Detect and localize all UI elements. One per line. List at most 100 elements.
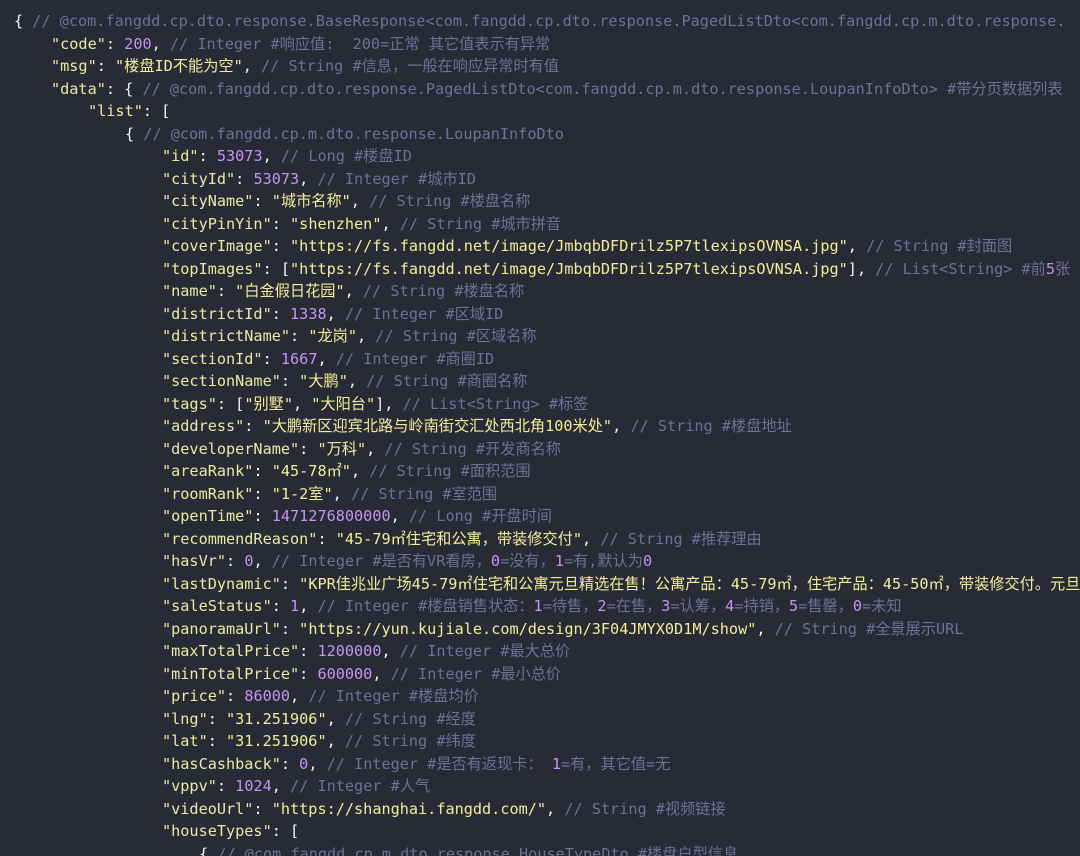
code-token-white: : [271, 237, 291, 255]
code-token-white: : [207, 732, 227, 750]
code-token-comment: // @com.fangdd.cp.dto.response.BaseRespo… [32, 12, 1066, 30]
code-token-string: "大鹏新区迎宾北路与岭南街交汇处西北角100米处" [262, 417, 613, 435]
code-token-comment: // Integer #楼盘销售状态： [317, 597, 534, 615]
code-token-key: "recommendReason" [162, 529, 318, 548]
code-token-comment: // String #纬度 [344, 732, 476, 750]
code-line: "districtId": 1338, // Integer #区域ID [162, 303, 503, 326]
code-token-key: "districtName" [162, 327, 291, 345]
code-line: "openTime": 1471276800000, // Long #开盘时间 [162, 505, 552, 528]
code-token-white: : [ [216, 394, 245, 413]
code-token-key: "videoUrl" [162, 799, 254, 818]
code-token-string: "白金假日花园" [235, 282, 345, 300]
code-token-string: "龙岗" [308, 327, 357, 345]
code-token-number: 1 [551, 754, 561, 773]
code-token-white: , [372, 664, 391, 683]
code-line: "maxTotalPrice": 1200000, // Integer #最大… [162, 640, 570, 663]
code-line: "price": 86000, // Integer #楼盘均价 [162, 685, 479, 708]
code-token-white: : [299, 439, 318, 458]
code-token-string: "https://shanghai.fangdd.com/" [271, 799, 547, 818]
code-token-white: : [253, 484, 272, 503]
code-token-key: "hasVr" [162, 552, 227, 570]
code-line: "roomRank": "1-2室", // String #室范围 [162, 483, 497, 506]
code-token-white: : [244, 417, 263, 435]
code-token-string: "https://fs.fangdd.net/image/JmbqbDFDril… [290, 259, 848, 278]
code-token-white: : [262, 349, 281, 368]
code-token-key: "tags" [162, 394, 217, 413]
code-token-comment: // Integer #区域ID [344, 304, 504, 323]
code-token-white: , [347, 372, 367, 390]
code-token-white: , [326, 732, 345, 750]
code-token-white: : [271, 214, 291, 233]
code-token-key: "lng" [162, 709, 208, 728]
code-line: "name": "白金假日花园", // String #楼盘名称 [162, 280, 524, 303]
code-token-comment: // String #区域名称 [375, 327, 537, 345]
code-token-white: : [216, 777, 236, 795]
code-token-white: : [290, 327, 309, 345]
code-token-comment: // String #楼盘名称 [362, 282, 525, 300]
code-token-key: "sectionId" [162, 349, 263, 368]
code-line: "houseTypes": [ [162, 820, 299, 843]
code-token-string: "大阳台" [311, 394, 376, 413]
code-token-comment: // Integer #最小总价 [390, 664, 562, 683]
code-token-comment: // String #面积范围 [369, 462, 531, 480]
code-token-number: 1 [533, 597, 543, 615]
code-token-comment: =售罄， [798, 597, 853, 615]
code-token-white: , [299, 169, 318, 188]
code-token-key: "hasCashback" [162, 754, 281, 773]
code-token-white: : [280, 754, 300, 773]
code-token-string: "https://yun.kujiale.com/design/3F04JMYX… [299, 619, 757, 638]
code-token-comment: // String #推荐理由 [600, 529, 762, 548]
code-line: "msg": "楼盘ID不能为空", // String #信息，一般在响应异常… [51, 55, 559, 78]
code-token-comment: // Long #楼盘ID [280, 147, 412, 165]
code-token-comment: // Integer #城市ID [317, 169, 476, 188]
code-token-white: : [253, 462, 272, 480]
code-line: "list": [ [88, 100, 170, 123]
code-token-white: , [332, 484, 351, 503]
code-token-string: "shenzhen" [290, 214, 382, 233]
code-token-white: : [216, 282, 236, 300]
code-token-white: : [226, 552, 245, 570]
code-line: { // @com.fangdd.cp.m.dto.response.Loupa… [125, 123, 564, 146]
code-token-comment: // String #信息，一般在响应异常时有值 [261, 57, 560, 75]
code-token-comment: // String #全景展示URL [774, 619, 964, 638]
code-line: { // @com.fangdd.cp.dto.response.BaseRes… [14, 10, 1066, 33]
code-token-key: "list" [88, 102, 143, 120]
code-token-string: "别墅" [244, 394, 293, 413]
code-token-key: "lastDynamic" [162, 574, 281, 593]
code-line: "data": { // @com.fangdd.cp.dto.response… [51, 78, 1063, 101]
code-editor[interactable]: { // @com.fangdd.cp.dto.response.BaseRes… [0, 0, 1080, 856]
code-token-string: "45-78㎡" [271, 462, 351, 480]
code-line: "saleStatus": 1, // Integer #楼盘销售状态：1=待售… [162, 595, 902, 618]
code-token-white: { [14, 12, 33, 30]
code-line: "videoUrl": "https://shanghai.fangdd.com… [162, 798, 726, 821]
code-line: "lat": "31.251906", // String #纬度 [162, 730, 476, 753]
code-token-string: "万科" [317, 439, 367, 458]
code-token-number: 200 [124, 34, 152, 53]
code-token-white: { [199, 844, 218, 856]
code-token-white: , [847, 237, 867, 255]
code-token-comment: // String #商圈名称 [366, 372, 528, 390]
code-token-number: 4 [725, 597, 735, 615]
code-token-white: : { [105, 79, 143, 98]
code-token-number: 1667 [280, 349, 318, 368]
code-token-comment: =认筹， [670, 597, 726, 615]
code-token-comment: // Integer #响应值: 200=正常 其它值表示有异常 [169, 34, 551, 53]
code-token-white: , [317, 349, 336, 368]
code-token-number: 53073 [253, 169, 300, 188]
code-token-number: 0 [642, 552, 653, 570]
code-token-white: , [290, 687, 309, 705]
code-token-key: "msg" [51, 57, 97, 75]
code-token-white: , [381, 642, 400, 660]
code-token-white: , [262, 147, 281, 165]
code-token-key: "cityName" [162, 192, 254, 210]
code-token-string: "1-2室" [271, 484, 333, 503]
code-token-white: , [326, 304, 345, 323]
code-token-white: : [96, 57, 116, 75]
code-line: "hasCashback": 0, // Integer #是否有返现卡： 1=… [162, 753, 670, 776]
code-token-key: "price" [162, 687, 227, 705]
code-token-white: : [ [271, 822, 300, 840]
code-line: { // @com.fangdd.cp.m.dto.response.House… [199, 843, 738, 856]
code-token-key: "address" [162, 417, 245, 435]
code-token-number: 5 [1045, 259, 1056, 278]
code-token-comment: // String #封面图 [866, 237, 1013, 255]
